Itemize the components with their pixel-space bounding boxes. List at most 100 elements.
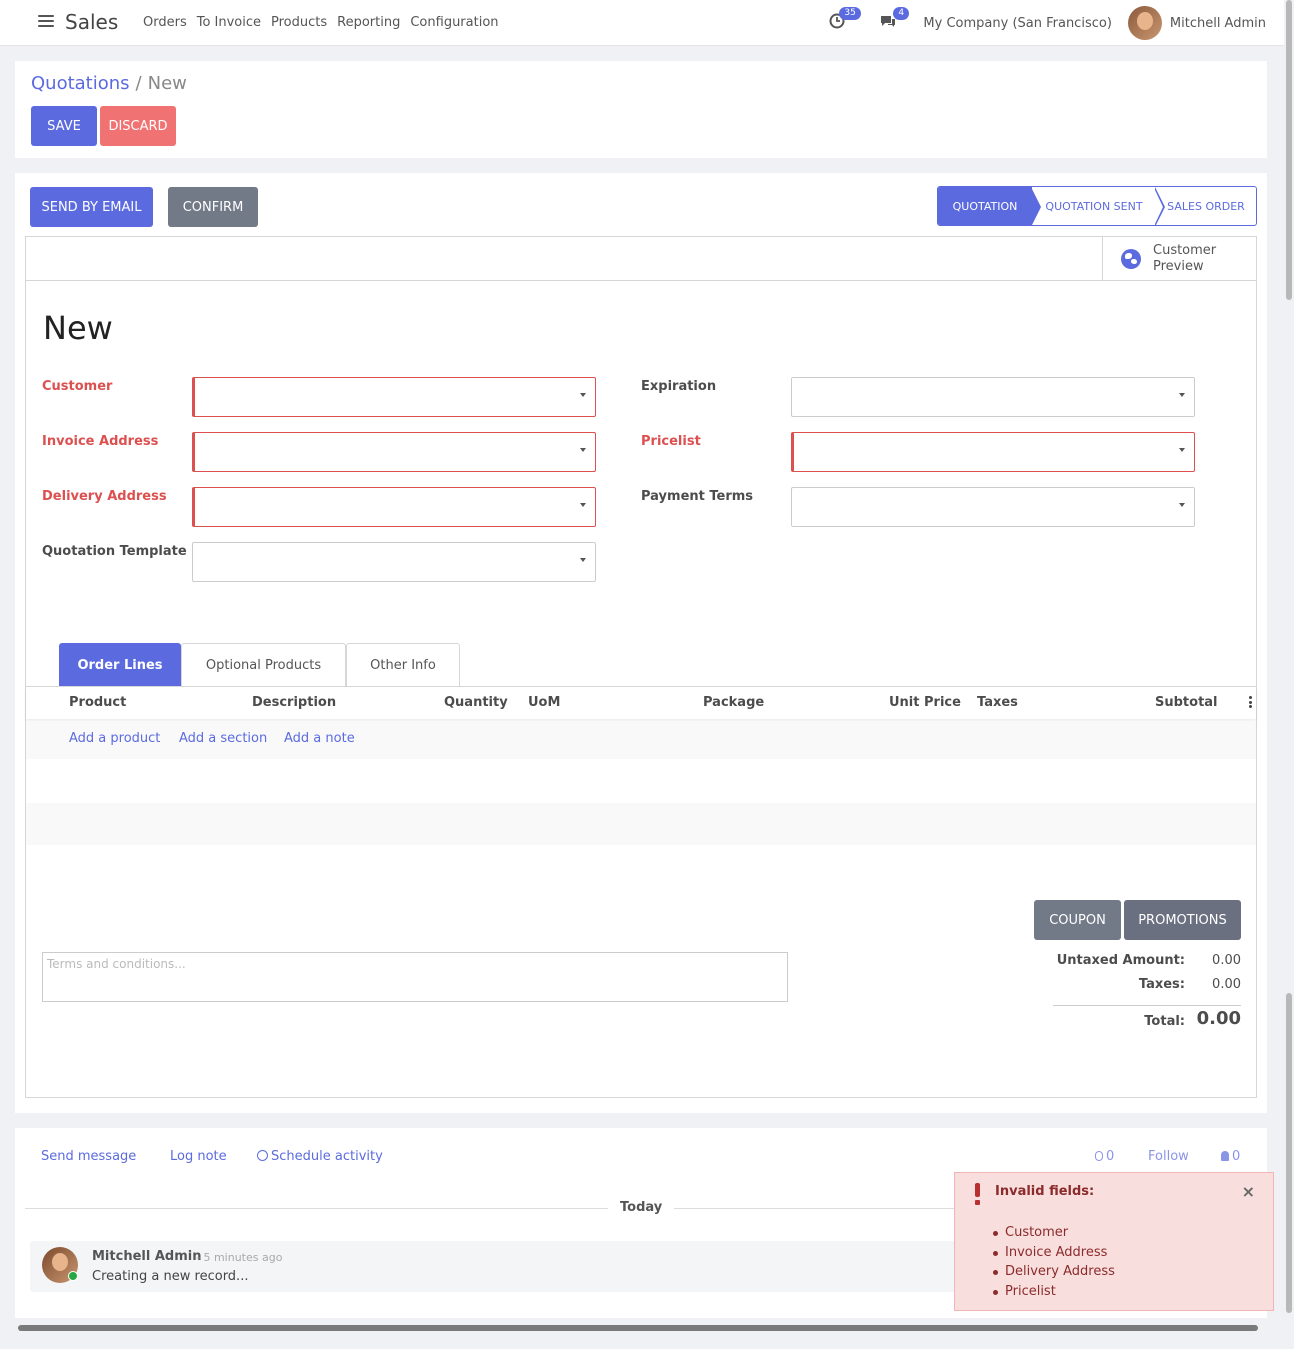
taxes-label: Taxes: bbox=[1138, 977, 1185, 992]
tab-optional-products[interactable]: Optional Products bbox=[181, 643, 346, 687]
send-message-button[interactable]: Send message bbox=[41, 1149, 136, 1164]
save-button[interactable]: SAVE bbox=[31, 106, 97, 146]
notification-title: Invalid fields: bbox=[995, 1184, 1095, 1199]
col-unit-price[interactable]: Unit Price bbox=[889, 695, 961, 710]
paperclip-icon bbox=[1095, 1151, 1103, 1161]
status-quotation-sent[interactable]: QUOTATION SENT bbox=[1030, 187, 1156, 225]
attachments-button[interactable]: 0 bbox=[1095, 1149, 1114, 1164]
app-brand[interactable]: Sales bbox=[65, 10, 118, 34]
col-package[interactable]: Package bbox=[703, 695, 764, 710]
hamburger-menu-icon[interactable] bbox=[38, 15, 54, 29]
tab-other-info[interactable]: Other Info bbox=[346, 643, 460, 687]
activity-menu[interactable]: 35 bbox=[829, 7, 861, 33]
terms-and-conditions-input[interactable]: Terms and conditions... bbox=[42, 952, 788, 1002]
totals-summary: Untaxed Amount: 0.00 Taxes: 0.00 Total: … bbox=[1053, 953, 1241, 1037]
close-icon[interactable]: × bbox=[1242, 1182, 1255, 1201]
col-product[interactable]: Product bbox=[69, 695, 126, 710]
send-by-email-button[interactable]: SEND BY EMAIL bbox=[30, 187, 153, 227]
user-menu[interactable]: Mitchell Admin bbox=[1170, 16, 1266, 31]
menu-orders[interactable]: Orders bbox=[143, 15, 187, 30]
pricelist-label: Pricelist bbox=[641, 434, 701, 449]
expiration-label: Expiration bbox=[641, 379, 717, 394]
add-section-link[interactable]: Add a section bbox=[179, 731, 267, 746]
schedule-activity-label: Schedule activity bbox=[271, 1149, 383, 1164]
followers-button[interactable]: 0 bbox=[1221, 1149, 1240, 1164]
attachments-count: 0 bbox=[1106, 1149, 1115, 1164]
menu-reporting[interactable]: Reporting bbox=[337, 15, 400, 30]
col-taxes[interactable]: Taxes bbox=[977, 695, 1018, 710]
horizontal-scrollbar[interactable] bbox=[18, 1325, 1258, 1331]
list-item: Customer bbox=[993, 1223, 1115, 1243]
menu-to-invoice[interactable]: To Invoice bbox=[197, 15, 261, 30]
coupon-button[interactable]: COUPON bbox=[1034, 900, 1121, 940]
delivery-address-field[interactable] bbox=[192, 487, 596, 527]
expiration-field[interactable] bbox=[791, 377, 1195, 417]
list-item: Invoice Address bbox=[993, 1243, 1115, 1263]
caret-down-icon bbox=[580, 558, 586, 562]
activity-count-badge: 35 bbox=[839, 7, 861, 20]
add-note-link[interactable]: Add a note bbox=[284, 731, 355, 746]
pricelist-field[interactable] bbox=[791, 432, 1195, 472]
message-count-badge: 4 bbox=[893, 7, 910, 20]
confirm-button[interactable]: CONFIRM bbox=[168, 187, 258, 227]
invalid-fields-notification: Invalid fields: × Customer Invoice Addre… bbox=[954, 1172, 1274, 1311]
notebook-tabs: Order Lines Optional Products Other Info bbox=[59, 643, 460, 687]
systray: 35 4 My Company (San Francisco) Mitchell… bbox=[829, 0, 1266, 46]
payment-terms-label: Payment Terms bbox=[641, 489, 754, 504]
customer-preview-label: Customer Preview bbox=[1153, 242, 1217, 274]
payment-terms-field[interactable] bbox=[791, 487, 1195, 527]
col-description[interactable]: Description bbox=[252, 695, 336, 710]
message-author[interactable]: Mitchell Admin bbox=[92, 1249, 201, 1264]
message-body: Creating a new record... bbox=[92, 1269, 249, 1284]
caret-down-icon bbox=[1179, 393, 1185, 397]
log-note-button[interactable]: Log note bbox=[170, 1149, 227, 1164]
globe-icon bbox=[1121, 248, 1141, 269]
customer-label: Customer bbox=[42, 379, 113, 394]
exclamation-icon bbox=[975, 1183, 981, 1205]
quotation-template-field[interactable] bbox=[192, 542, 596, 582]
untaxed-value: 0.00 bbox=[1212, 953, 1241, 968]
breadcrumb-current: New bbox=[147, 73, 187, 94]
messaging-menu[interactable]: 4 bbox=[879, 7, 910, 33]
col-subtotal[interactable]: Subtotal bbox=[1155, 695, 1218, 710]
caret-down-icon bbox=[1179, 503, 1185, 507]
status-sales-order[interactable]: SALES ORDER bbox=[1154, 187, 1256, 225]
schedule-activity-button[interactable]: Schedule activity bbox=[257, 1149, 383, 1164]
discard-button[interactable]: DISCARD bbox=[100, 106, 176, 146]
menu-products[interactable]: Products bbox=[271, 15, 327, 30]
breadcrumb-separator: / bbox=[135, 73, 142, 94]
top-navbar: Sales Orders To Invoice Products Reporti… bbox=[0, 0, 1284, 46]
invoice-address-field[interactable] bbox=[192, 432, 596, 472]
total-label: Total: bbox=[1144, 1014, 1185, 1029]
col-uom[interactable]: UoM bbox=[528, 695, 560, 710]
add-product-link[interactable]: Add a product bbox=[69, 731, 160, 746]
customer-field[interactable] bbox=[192, 377, 596, 417]
breadcrumb: Quotations / New bbox=[31, 73, 187, 94]
col-quantity[interactable]: Quantity bbox=[444, 695, 508, 710]
taxes-row: Taxes: 0.00 bbox=[1053, 977, 1241, 1001]
status-quotation[interactable]: QUOTATION bbox=[938, 187, 1032, 225]
vertical-scrollbar-thumb[interactable] bbox=[1286, 993, 1292, 1313]
user-avatar[interactable] bbox=[1127, 6, 1162, 40]
total-row: Total: 0.00 bbox=[1053, 1005, 1241, 1037]
caret-down-icon bbox=[580, 448, 586, 452]
company-switcher[interactable]: My Company (San Francisco) bbox=[923, 16, 1111, 31]
invoice-address-label: Invoice Address bbox=[42, 434, 159, 449]
delivery-address-label: Delivery Address bbox=[42, 489, 167, 504]
tab-order-lines[interactable]: Order Lines bbox=[59, 643, 181, 687]
untaxed-label: Untaxed Amount: bbox=[1056, 953, 1185, 968]
form-sheet: Customer Preview New Customer Invoice Ad… bbox=[25, 236, 1257, 1098]
breadcrumb-quotations[interactable]: Quotations bbox=[31, 73, 130, 94]
vertical-scrollbar[interactable] bbox=[1286, 0, 1292, 300]
invalid-fields-list: Customer Invoice Address Delivery Addres… bbox=[993, 1223, 1115, 1301]
promotions-button[interactable]: PROMOTIONS bbox=[1124, 900, 1241, 940]
clock-icon bbox=[257, 1150, 268, 1161]
menu-configuration[interactable]: Configuration bbox=[410, 15, 498, 30]
optional-columns-icon[interactable] bbox=[1249, 696, 1252, 708]
followers-count: 0 bbox=[1232, 1149, 1241, 1164]
list-item: Delivery Address bbox=[993, 1262, 1115, 1282]
add-line-row: Add a product Add a section Add a note bbox=[26, 721, 1256, 759]
customer-preview-button[interactable]: Customer Preview bbox=[1102, 237, 1256, 280]
follow-button[interactable]: Follow bbox=[1148, 1149, 1189, 1164]
quotation-template-label: Quotation Template bbox=[42, 544, 187, 559]
